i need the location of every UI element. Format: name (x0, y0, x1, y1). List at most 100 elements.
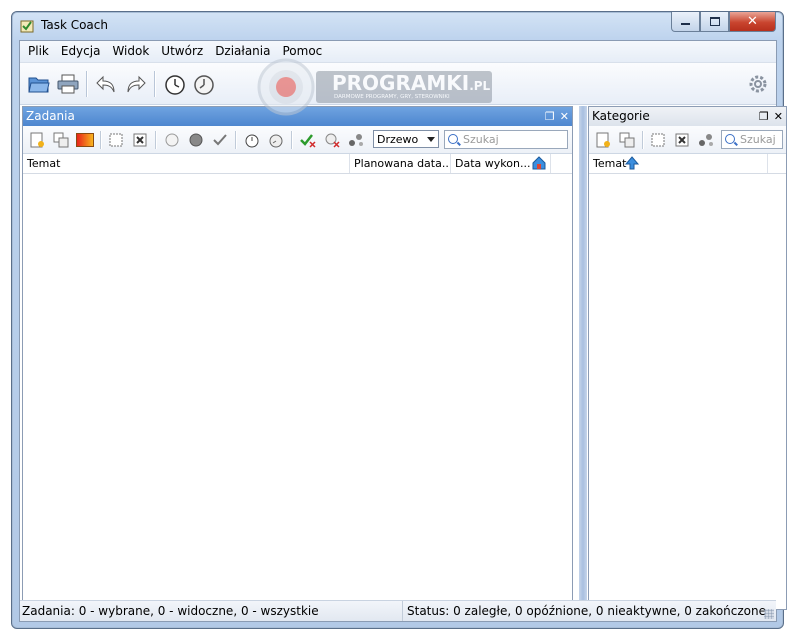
search-icon (725, 134, 735, 144)
title-bar[interactable]: Task Coach ✕ (12, 12, 783, 40)
color-button[interactable] (76, 131, 94, 149)
column-planned-date[interactable]: Planowana data... (350, 154, 451, 173)
column-category-subject[interactable]: Temat (589, 154, 768, 173)
undo-icon (96, 75, 115, 93)
categories-list[interactable] (589, 174, 786, 609)
tasks-panel: Zadania ❐ ✕ Drzewo Szukaj Temat Planowan… (22, 106, 573, 610)
categories-column-header: Temat (589, 154, 786, 174)
task-start-tracking-button[interactable] (243, 131, 261, 149)
categories-panel-title: Kategorie (592, 109, 650, 123)
new-subtask-icon (53, 132, 69, 148)
tasks-panel-close-icon[interactable]: ✕ (560, 107, 569, 126)
resize-grip-icon[interactable] (764, 609, 774, 619)
categories-search-placeholder: Szukaj (740, 133, 776, 146)
filter-completed-button[interactable] (299, 131, 317, 149)
task-stop-tracking-button[interactable] (267, 131, 285, 149)
edit-icon (651, 133, 665, 147)
tasks-toolbar: Drzewo Szukaj (23, 126, 572, 154)
app-window: Task Coach ✕ Plik Edycja Widok Utwórz Dz… (11, 11, 787, 629)
watermark-brand: PROGRAMKI.PL (332, 71, 491, 95)
circle-half-icon (189, 133, 203, 147)
status-tasks-count: Zadania: 0 - wybrane, 0 - widoczne, 0 - … (22, 604, 319, 618)
new-subtask-button[interactable] (52, 131, 70, 149)
filter-inactive-button[interactable] (323, 131, 341, 149)
search-icon (448, 134, 458, 144)
menu-edycja[interactable]: Edycja (55, 41, 107, 62)
watermark-logo: PROGRAMKI.PL DARMOWE PROGRAMY, GRY, STER… (256, 57, 492, 117)
edit-icon (109, 133, 123, 147)
open-button[interactable] (27, 72, 51, 96)
delete-icon (133, 133, 147, 147)
inactive-filter-icon (325, 133, 340, 148)
categories-panel: Kategorie ❐ ✕ Szukaj Temat (588, 106, 787, 610)
redo-button[interactable] (124, 72, 148, 96)
minimize-icon (681, 23, 690, 25)
gear-icon (749, 75, 767, 93)
menu-utworz[interactable]: Utwórz (155, 41, 209, 62)
delete-category-button[interactable] (673, 131, 691, 149)
menu-widok[interactable]: Widok (106, 41, 155, 62)
mark-active-button[interactable] (187, 131, 205, 149)
stopwatch-icon (245, 134, 259, 148)
mark-completed-button[interactable] (211, 131, 229, 149)
edit-task-button[interactable] (107, 131, 125, 149)
circle-empty-icon (165, 133, 179, 147)
panel-splitter[interactable] (579, 106, 587, 612)
print-button[interactable] (56, 72, 80, 96)
check-filter-icon (300, 134, 316, 148)
new-subcategory-icon (619, 132, 635, 148)
new-task-icon (30, 132, 44, 148)
task-coach-app-icon (20, 20, 34, 33)
delete-icon (675, 133, 689, 147)
tasks-column-header: Temat Planowana data... Data wykon... (23, 154, 572, 174)
sort-ascending-icon (625, 156, 639, 170)
column-due-date[interactable]: Data wykon... (451, 154, 551, 173)
view-mode-value: Drzewo (377, 133, 419, 146)
categories-dots-icon (349, 134, 363, 146)
tasks-list[interactable] (23, 174, 572, 609)
menu-plik[interactable]: Plik (22, 41, 55, 62)
tasks-panel-float-icon[interactable]: ❐ (545, 107, 555, 126)
sort-house-icon (532, 156, 546, 170)
client-area: Plik Edycja Widok Utwórz Działania Pomoc (19, 40, 787, 622)
stop-tracking-button[interactable] (192, 72, 216, 96)
delete-task-button[interactable] (131, 131, 149, 149)
mark-inactive-button[interactable] (163, 131, 181, 149)
checkmark-icon (213, 134, 227, 146)
close-icon: ✕ (747, 14, 758, 29)
status-summary: Status: 0 zaległe, 0 opóźnione, 0 nieakt… (402, 601, 766, 621)
new-category-icon (596, 132, 610, 148)
tasks-panel-title: Zadania (26, 109, 75, 123)
category-filter-button[interactable] (697, 131, 715, 149)
categories-toolbar: Szukaj (589, 126, 786, 154)
categories-panel-header: Kategorie ❐ ✕ (589, 107, 786, 126)
chevron-down-icon (427, 137, 435, 142)
maximize-button[interactable] (700, 12, 729, 32)
view-mode-select[interactable]: Drzewo (373, 130, 439, 148)
window-title: Task Coach (41, 18, 108, 32)
column-subject[interactable]: Temat (23, 154, 350, 173)
settings-button[interactable] (746, 72, 770, 96)
open-folder-icon (28, 77, 50, 93)
tasks-search-placeholder: Szukaj (463, 133, 499, 146)
categories-panel-float-icon[interactable]: ❐ (759, 107, 769, 126)
tasks-search-input[interactable]: Szukaj (444, 130, 568, 149)
color-gradient-icon (76, 133, 94, 147)
new-category-button[interactable] (594, 131, 612, 149)
status-bar: Zadania: 0 - wybrane, 0 - widoczne, 0 - … (20, 600, 776, 621)
categories-panel-close-icon[interactable]: ✕ (774, 107, 783, 126)
new-task-button[interactable] (28, 131, 46, 149)
undo-button[interactable] (94, 72, 118, 96)
filter-categories-button[interactable] (347, 131, 365, 149)
minimize-button[interactable] (671, 12, 700, 32)
categories-dots-icon (699, 134, 713, 146)
stopwatch-icon (165, 75, 185, 95)
start-tracking-button[interactable] (163, 72, 187, 96)
categories-search-input[interactable]: Szukaj (721, 130, 783, 149)
edit-category-button[interactable] (649, 131, 667, 149)
maximize-icon (709, 17, 720, 26)
redo-icon (127, 75, 146, 93)
clock-icon (194, 75, 214, 95)
close-button[interactable]: ✕ (729, 12, 776, 32)
new-subcategory-button[interactable] (618, 131, 636, 149)
